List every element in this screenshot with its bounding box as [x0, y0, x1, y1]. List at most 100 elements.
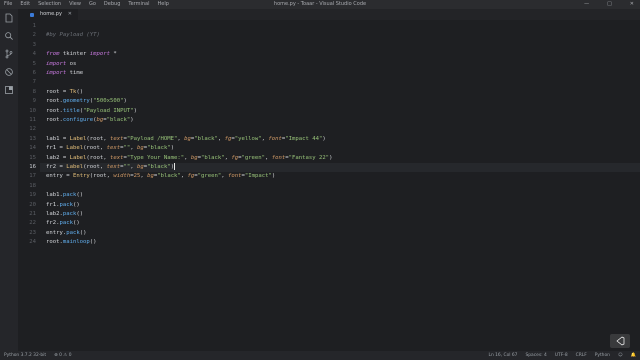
code-token: import: [89, 51, 111, 58]
code-token: "Payload INPUT": [83, 107, 134, 114]
close-window-button[interactable]: ✕: [630, 0, 634, 9]
code-token: bg: [137, 145, 144, 152]
code-line[interactable]: root.title("Payload INPUT"): [46, 107, 137, 116]
code-token: (root,: [89, 173, 114, 180]
code-token: ): [322, 135, 326, 142]
code-line[interactable]: import os: [46, 60, 76, 69]
code-token: ,: [265, 154, 272, 161]
code-token: text: [110, 154, 124, 161]
code-token: (): [76, 211, 84, 217]
code-token: "Fantasy 22": [288, 154, 330, 161]
code-line[interactable]: lab2 = Label(root, text="Type Your Name:…: [46, 154, 332, 163]
code-line[interactable]: entry = Entry(root, width=25, bg="black"…: [46, 172, 275, 181]
code-token: pack: [62, 211, 77, 217]
line-number: 10: [29, 107, 36, 114]
encoding-item[interactable]: UTF-8: [555, 351, 568, 360]
code-line[interactable]: lab2.pack(): [46, 210, 83, 219]
language-mode-item[interactable]: Python: [595, 351, 610, 360]
line-ending-item[interactable]: CRLF: [576, 351, 587, 360]
code-line[interactable]: root = Tk(): [46, 88, 83, 97]
code-token: =: [59, 88, 70, 95]
files-icon[interactable]: [0, 9, 18, 27]
line-number: 9: [32, 98, 36, 105]
code-token: pack: [66, 229, 80, 236]
debug-icon[interactable]: [0, 63, 18, 81]
code-line[interactable]: lab1 = Label(root, text="Payload /HOME",…: [46, 135, 326, 144]
code-line[interactable]: fr1 = Label(root, text="", bg="black"): [46, 144, 174, 153]
python-interpreter-item[interactable]: Python 3.7.2 32-bit: [4, 351, 46, 360]
code-token: time: [66, 70, 84, 76]
tab-home-py[interactable]: home.py ✕: [18, 9, 78, 20]
code-token: configure: [62, 117, 94, 123]
maximize-button[interactable]: □: [607, 0, 612, 9]
code-token: Label: [66, 164, 84, 170]
code-token: "Impact 44": [285, 135, 323, 142]
code-token: ,: [130, 145, 137, 152]
code-token: ,: [130, 164, 137, 170]
code-line[interactable]: lab1.pack(): [46, 191, 83, 200]
notifications-icon[interactable]: 🔔: [631, 351, 636, 360]
text-cursor: [174, 163, 176, 170]
code-token: pack: [62, 192, 77, 199]
code-token: bg: [147, 173, 154, 180]
activity-bar: [0, 9, 18, 351]
code-editor[interactable]: 1 2 3 4 5 6 7 8 9 10 11 12 13 14 15 16 17 18 19 20 21 22 23 24 …: [18, 20, 640, 351]
code-token: ): [170, 145, 175, 152]
title-bar: File Edit Selection View Go Debug Terminal Help…: [0, 0, 640, 9]
cursor-position-item[interactable]: Ln 16, Col 67: [489, 351, 518, 360]
window-controls: — □ ✕: [584, 0, 634, 9]
code-token: font: [228, 173, 242, 180]
code-token: Label: [69, 154, 87, 161]
code-token: "Impact": [244, 173, 272, 180]
minimize-button[interactable]: —: [584, 0, 589, 9]
code-line[interactable]: root.mainloop(): [46, 238, 97, 247]
code-token: Label: [66, 145, 84, 152]
code-token: fr1.: [46, 201, 60, 208]
code-token: bg: [137, 164, 144, 170]
code-token: Entry: [72, 173, 90, 180]
line-number: 4: [32, 51, 36, 58]
code-token: root.: [46, 107, 63, 114]
code-line[interactable]: #by Payload (YT): [46, 31, 100, 40]
code-token: ): [123, 98, 127, 105]
code-token: Label: [69, 135, 87, 142]
code-token: pack: [59, 201, 73, 208]
code-token: ): [329, 154, 333, 161]
feedback-icon[interactable]: ☺: [618, 351, 623, 360]
code-line[interactable]: fr1.pack(): [46, 201, 80, 210]
indentation-item[interactable]: Spaces: 4: [525, 351, 546, 360]
code-token: root: [46, 88, 60, 95]
window-title: home.py - Toaar - Visual Studio Code: [273, 1, 367, 7]
extensions-icon[interactable]: [0, 81, 18, 99]
code-token: (root,: [83, 164, 107, 170]
code-token: "500x500": [93, 98, 124, 105]
code-token: ): [130, 117, 134, 123]
code-token: title: [62, 107, 80, 114]
code-token: entry =: [46, 173, 73, 180]
code-token: ): [271, 173, 276, 180]
code-line[interactable]: fr2 = Label(root, text="", bg="black"): [46, 163, 176, 172]
code-line[interactable]: entry.pack(): [46, 229, 86, 238]
line-number: 12: [29, 126, 36, 133]
code-line[interactable]: import time: [46, 69, 83, 78]
status-left: Python 3.7.2 32-bit ⊗ 0 ⚠ 0: [4, 351, 71, 360]
problems-item[interactable]: ⊗ 0 ⚠ 0: [54, 351, 71, 360]
code-token: font: [268, 135, 282, 142]
close-icon[interactable]: ✕: [68, 9, 72, 20]
code-token: ): [133, 107, 137, 114]
line-number: 2: [32, 32, 36, 39]
code-token: text: [110, 135, 124, 142]
code-line[interactable]: root.configure(bg="black"): [46, 116, 134, 125]
search-icon[interactable]: [0, 27, 18, 45]
code-token: lab1.: [46, 192, 63, 199]
code-line[interactable]: root.geometry("500x500"): [46, 97, 127, 106]
source-control-icon[interactable]: [0, 45, 18, 63]
code-line[interactable]: fr2.pack(): [46, 219, 80, 228]
line-number: 1: [32, 23, 36, 29]
line-number: 13: [29, 135, 36, 142]
line-number: 22: [29, 220, 36, 227]
code-line[interactable]: from tkinter import *: [46, 50, 117, 59]
code-token: font: [271, 154, 286, 161]
code-token: width: [113, 173, 131, 180]
code-token: (): [89, 239, 97, 246]
